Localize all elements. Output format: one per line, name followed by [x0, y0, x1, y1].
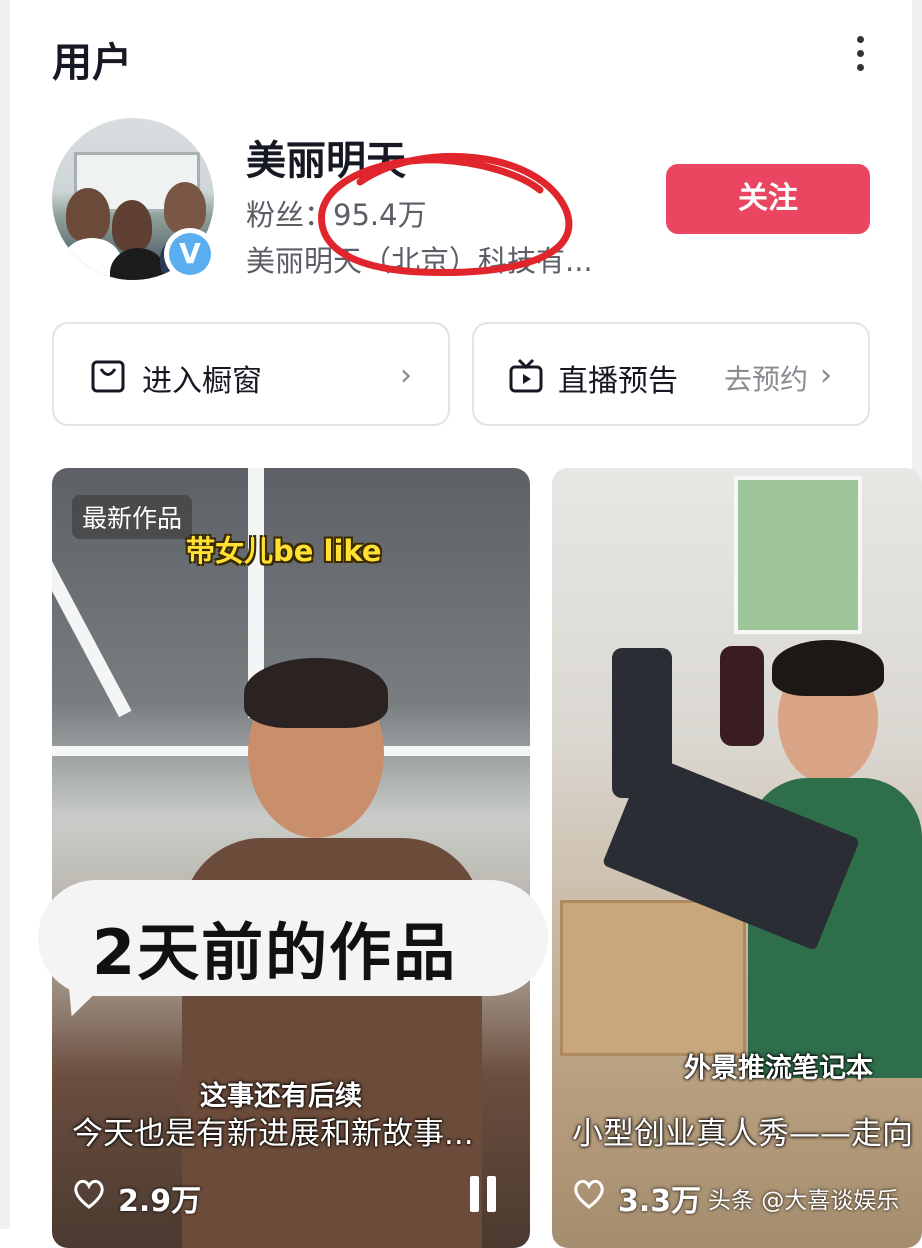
heart-icon[interactable] — [572, 1178, 606, 1210]
live-preview-label: 直播预告 — [558, 364, 678, 399]
chevron-right-icon: › — [820, 358, 832, 393]
video-title: 小型创业真人秀——走向 — [572, 1116, 913, 1152]
latest-work-badge: 最新作品 — [72, 495, 193, 539]
watermark: 头条 @大喜谈娱乐 — [708, 1188, 900, 1214]
follow-button[interactable]: 关注 — [666, 164, 870, 234]
heart-icon[interactable] — [72, 1178, 106, 1210]
video-title: 今天也是有新进展和新故事... — [72, 1116, 474, 1152]
shop-window-label: 进入橱窗 — [142, 364, 262, 399]
chevron-right-icon: › — [400, 358, 412, 393]
reserve-link[interactable]: 去预约 — [724, 358, 808, 398]
video-subtitle: 外景推流笔记本 — [684, 1053, 873, 1084]
like-count: 3.3万 — [618, 1184, 702, 1219]
shop-window-button[interactable]: 进入橱窗 › — [52, 322, 450, 426]
like-count: 2.9万 — [118, 1184, 202, 1219]
cardboard-box — [560, 900, 746, 1056]
speech-bubble-text: 2天前的作品 — [92, 916, 458, 989]
live-preview-button[interactable]: 直播预告 去预约 › — [472, 322, 870, 426]
pause-icon[interactable] — [470, 1176, 504, 1216]
video-caption-top: 带女儿be like — [186, 534, 382, 568]
shopping-bag-icon — [91, 360, 125, 393]
tv-icon — [509, 358, 543, 393]
red-circle-annotation — [318, 152, 573, 277]
